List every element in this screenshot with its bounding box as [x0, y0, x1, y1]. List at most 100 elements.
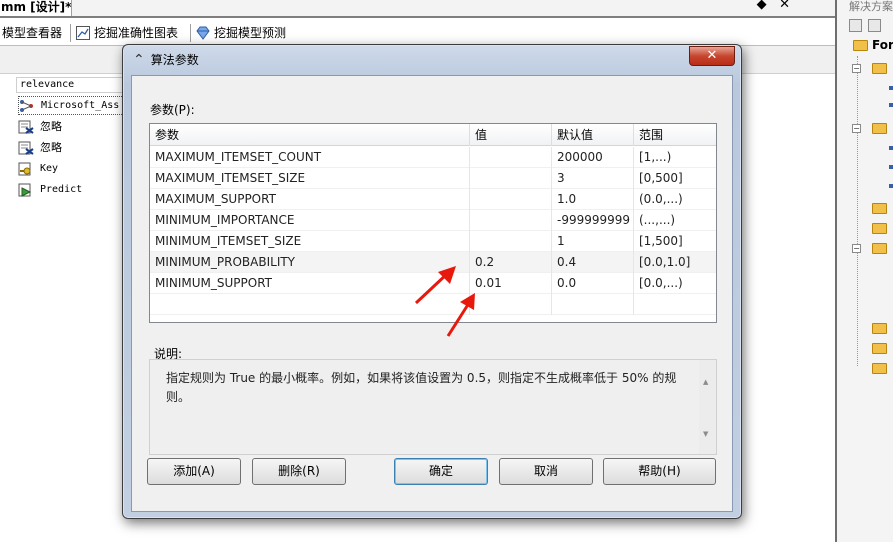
folder-icon[interactable] [872, 123, 887, 134]
solution-explorer: 解决方案 [835, 0, 893, 542]
parameter-default-cell: 1 [552, 231, 634, 252]
diamond-icon [196, 26, 210, 40]
add-button[interactable]: 添加(A) [147, 458, 241, 485]
parameter-row[interactable]: MAXIMUM_ITEMSET_COUNT 200000 [1,...) [150, 147, 716, 168]
toolbar-separator [70, 24, 71, 42]
parameter-default-cell: 1.0 [552, 189, 634, 210]
solution-root-label: For [872, 38, 893, 52]
folder-icon[interactable] [872, 203, 887, 214]
dialog-close-button[interactable]: ✕ [689, 46, 735, 66]
item-icon[interactable] [889, 86, 893, 90]
ok-button[interactable]: 确定 [394, 458, 488, 485]
structure-column-header[interactable]: relevance [16, 77, 128, 93]
parameter-value-cell[interactable] [470, 231, 552, 252]
parameter-value-cell[interactable]: 0.01 [470, 273, 552, 294]
column-header-range[interactable]: 范围 [634, 124, 716, 146]
item-icon[interactable] [889, 165, 893, 169]
column-header-default[interactable]: 默认值 [552, 124, 634, 146]
folder-icon[interactable] [872, 63, 887, 74]
item-icon[interactable] [889, 146, 893, 150]
item-icon[interactable] [889, 184, 893, 188]
parameters-label: 参数(P): [150, 103, 195, 117]
description-text: 指定规则为 True 的最小概率。例如，如果将该值设置为 0.5，则指定不生成概… [166, 371, 677, 404]
tree-guide-line [857, 56, 858, 366]
annotation-arrow-support [446, 293, 475, 337]
parameter-value-cell[interactable] [470, 189, 552, 210]
tree-row-ignore-1[interactable]: 忽略 [18, 117, 128, 136]
parameter-default-cell: 0.0 [552, 273, 634, 294]
description-scrollbar[interactable]: ▲ ▼ [699, 360, 716, 454]
folder-icon[interactable] [872, 223, 887, 234]
tab-model-viewer-label: 模型查看器 [2, 26, 63, 40]
show-files-icon[interactable] [868, 18, 881, 32]
parameter-name-cell: MINIMUM_IMPORTANCE [150, 210, 470, 231]
folder-icon[interactable] [872, 243, 887, 254]
solution-explorer-toolbar [849, 14, 893, 36]
parameter-row[interactable]: MINIMUM_ITEMSET_SIZE 1 [1,500] [150, 231, 716, 252]
description-box: 指定规则为 True 的最小概率。例如，如果将该值设置为 0.5，则指定不生成概… [149, 359, 717, 455]
toolbar-separator [190, 24, 191, 42]
collapse-icon[interactable]: − [852, 244, 861, 253]
solution-explorer-title: 解决方案 [849, 0, 893, 13]
column-header-value[interactable]: 值 [470, 124, 552, 146]
key-icon [18, 162, 31, 175]
collapse-icon[interactable]: − [852, 124, 861, 133]
dropdown-arrow-icon[interactable]: ◆ [757, 0, 767, 12]
tree-row-key[interactable]: Key [18, 159, 128, 178]
cancel-button[interactable]: 取消 [499, 458, 593, 485]
parameter-default-cell: -999999999 [552, 210, 634, 231]
designer-toolbar: 模型查看器 挖掘准确性图表 挖掘模型预测 [0, 16, 836, 46]
ignore-icon [18, 141, 34, 155]
tree-row-model[interactable]: Microsoft_Ass [18, 96, 128, 115]
parameter-default-cell: 0.4 [552, 252, 634, 273]
tree-row-label: Microsoft_Ass [41, 100, 120, 111]
empty-cell [634, 294, 716, 315]
parameter-row[interactable]: MAXIMUM_ITEMSET_SIZE 3 [0,500] [150, 168, 716, 189]
tree-row-predict[interactable]: Predict [18, 180, 128, 199]
parameter-default-cell: 200000 [552, 147, 634, 168]
solution-root[interactable]: For [853, 38, 893, 52]
tab-model-viewer[interactable]: 模型查看器 [2, 24, 62, 41]
parameter-row[interactable]: MINIMUM_IMPORTANCE -999999999 (...,...) [150, 210, 716, 231]
tab-strip: ◆ ✕ [72, 0, 842, 16]
empty-cell [470, 294, 552, 315]
column-header-label: relevance [20, 79, 75, 90]
collapse-icon[interactable]: − [852, 64, 861, 73]
dialog-titlebar[interactable]: ⌃ 算法参数 [133, 51, 199, 68]
folder-icon[interactable] [872, 323, 887, 334]
close-icon[interactable]: ✕ [779, 0, 790, 12]
document-tab[interactable]: mm [设计]* [0, 0, 72, 16]
parameter-name-cell: MAXIMUM_SUPPORT [150, 189, 470, 210]
parameter-range-cell: [0.0,1.0] [639, 255, 691, 269]
tab-accuracy-chart-label: 挖掘准确性图表 [94, 26, 179, 40]
ignore-icon [18, 120, 34, 134]
help-button[interactable]: 帮助(H) [603, 458, 716, 485]
item-icon[interactable] [889, 103, 893, 107]
parameter-range-cell: (0.0,...) [639, 192, 683, 206]
parameter-range-cell: [1,...) [639, 150, 672, 164]
parameter-name-cell: MAXIMUM_ITEMSET_COUNT [150, 147, 470, 168]
folder-icon[interactable] [872, 363, 887, 374]
scroll-up-icon[interactable]: ▲ [703, 378, 708, 386]
tab-prediction-label: 挖掘模型预测 [214, 26, 287, 40]
chart-icon [76, 25, 90, 40]
parameter-value-cell[interactable]: 0.2 [470, 252, 552, 273]
tree-row-label: 忽略 [40, 141, 62, 154]
folder-icon[interactable] [872, 343, 887, 354]
properties-icon[interactable] [849, 18, 862, 32]
parameter-name-cell: MINIMUM_ITEMSET_SIZE [150, 231, 470, 252]
tree-row-ignore-2[interactable]: 忽略 [18, 138, 128, 157]
tab-controls: ◆ ✕ [749, 0, 790, 12]
model-icon [20, 99, 33, 112]
dialog-title: 算法参数 [150, 53, 199, 67]
parameter-value-cell[interactable] [470, 210, 552, 231]
column-header-name[interactable]: 参数 [150, 124, 470, 146]
scroll-down-icon[interactable]: ▼ [703, 430, 708, 438]
delete-button[interactable]: 删除(R) [252, 458, 346, 485]
parameter-name-cell: MAXIMUM_ITEMSET_SIZE [150, 168, 470, 189]
parameter-row[interactable]: MAXIMUM_SUPPORT 1.0 (0.0,...) [150, 189, 716, 210]
tab-accuracy-chart[interactable]: 挖掘准确性图表 [76, 24, 178, 41]
parameter-value-cell[interactable] [470, 168, 552, 189]
tab-prediction[interactable]: 挖掘模型预测 [196, 24, 286, 41]
parameter-value-cell[interactable] [470, 147, 552, 168]
